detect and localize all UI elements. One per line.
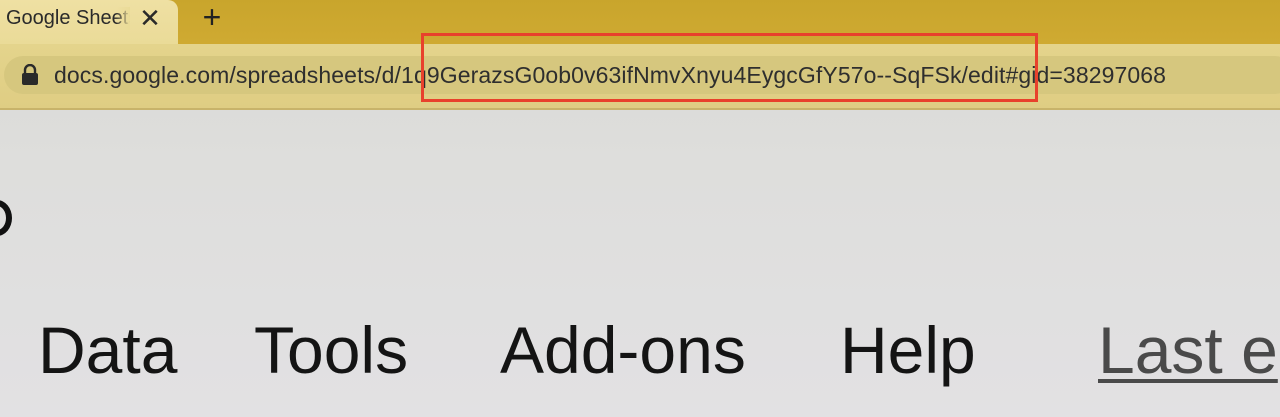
- browser-toolbar: docs.google.com/spreadsheets/d/1q9Gerazs…: [0, 44, 1280, 110]
- partial-logo-icon: [0, 200, 12, 236]
- lock-icon[interactable]: [20, 64, 40, 86]
- last-edit-link[interactable]: Last e: [1098, 308, 1278, 392]
- menu-add-ons[interactable]: Add-ons: [500, 308, 746, 392]
- sheets-menubar: Data Tools Add-ons Help Last e: [0, 308, 1280, 398]
- browser-tab[interactable]: Google Sheets ✕: [0, 0, 178, 44]
- url-doc-id: 1q9GerazsG0ob0v63ifNmvXnyu4EygcGfY57o--S…: [401, 62, 962, 88]
- menu-tools[interactable]: Tools: [254, 308, 408, 392]
- url-text[interactable]: docs.google.com/spreadsheets/d/1q9Gerazs…: [54, 62, 1166, 89]
- tab-strip: Google Sheets ✕ +: [0, 0, 1280, 44]
- tab-title: Google Sheets: [6, 7, 130, 30]
- new-tab-icon[interactable]: +: [198, 1, 226, 33]
- menu-data[interactable]: Data: [38, 308, 177, 392]
- address-bar[interactable]: docs.google.com/spreadsheets/d/1q9Gerazs…: [4, 56, 1280, 94]
- menu-help[interactable]: Help: [840, 308, 976, 392]
- close-icon[interactable]: ✕: [138, 5, 162, 31]
- url-suffix: /edit#gid=38297068: [961, 62, 1167, 88]
- url-prefix: docs.google.com/spreadsheets/d/: [54, 62, 402, 88]
